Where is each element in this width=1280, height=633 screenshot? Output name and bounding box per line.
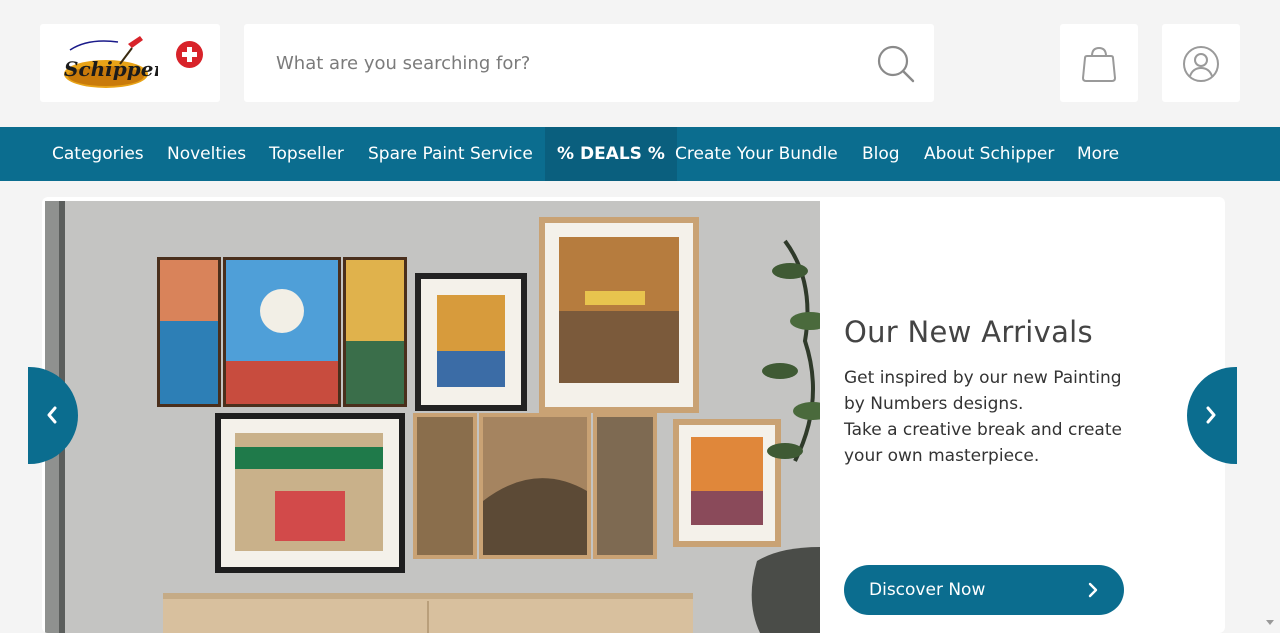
nav-item-about-schipper[interactable]: About Schipper <box>924 127 1054 181</box>
discover-now-button[interactable]: Discover Now <box>844 565 1124 615</box>
account-button[interactable] <box>1162 24 1240 102</box>
main-nav: Categories Novelties Topseller Spare Pai… <box>0 127 1280 181</box>
hero-slider: Our New Arrivals Get inspired by our new… <box>42 197 1225 633</box>
hero-title: Our New Arrivals <box>844 315 1093 349</box>
hero-description: Get inspired by our new Painting by Numb… <box>844 365 1144 469</box>
nav-item-novelties[interactable]: Novelties <box>167 127 246 181</box>
user-icon <box>1183 46 1219 82</box>
search-button[interactable] <box>874 42 918 86</box>
hero-image <box>45 201 820 633</box>
cart-button[interactable] <box>1060 24 1138 102</box>
hero-text-line2: Take a creative break and create your ow… <box>844 420 1122 466</box>
nav-item-deals[interactable]: % DEALS % <box>545 127 677 181</box>
site-header: Schipper <box>0 0 1280 127</box>
search-input[interactable] <box>244 24 844 102</box>
nav-item-categories[interactable]: Categories <box>52 127 144 181</box>
chevron-left-icon <box>47 406 57 424</box>
nav-item-more[interactable]: More <box>1077 127 1119 181</box>
discover-now-label: Discover Now <box>869 580 986 600</box>
chevron-right-icon <box>1206 406 1216 424</box>
nav-item-blog[interactable]: Blog <box>862 127 900 181</box>
nav-item-spare-paint-service[interactable]: Spare Paint Service <box>368 127 533 181</box>
nav-item-topseller[interactable]: Topseller <box>269 127 344 181</box>
search-bar <box>244 24 934 102</box>
schipper-logo: Schipper <box>64 36 158 88</box>
hero-text-line1: Get inspired by our new Painting by Numb… <box>844 368 1122 414</box>
logo-link[interactable]: Schipper <box>40 24 220 102</box>
nav-item-create-your-bundle[interactable]: Create Your Bundle <box>675 127 838 181</box>
chevron-right-icon <box>1088 582 1098 598</box>
swiss-cross-icon <box>176 41 203 68</box>
svg-text:Schipper: Schipper <box>64 57 158 81</box>
search-icon <box>877 45 915 83</box>
bag-icon <box>1081 46 1117 82</box>
scroll-down-indicator[interactable] <box>1266 620 1274 625</box>
